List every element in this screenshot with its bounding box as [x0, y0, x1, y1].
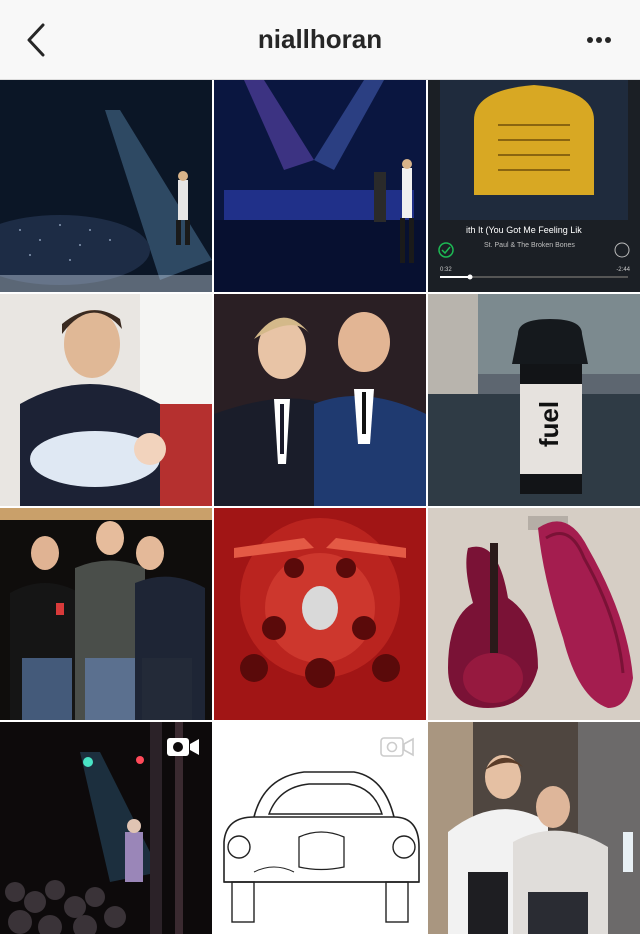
grid-post-6[interactable]: fuel	[428, 294, 640, 506]
grid-post-4[interactable]	[0, 294, 212, 506]
grid-post-3[interactable]: ith It (You Got Me Feeling Lik St. Paul …	[428, 80, 640, 292]
song-title: ith It (You Got Me Feeling Lik	[466, 225, 582, 235]
fuel-bottle-photo: fuel	[428, 294, 640, 506]
red-guitar-photo	[428, 508, 640, 720]
arena-stage-photo	[214, 80, 426, 292]
grid-post-10[interactable]	[0, 722, 212, 934]
grid-post-7[interactable]	[0, 508, 212, 720]
video-camera-icon	[167, 738, 199, 756]
profile-username: niallhoran	[257, 24, 383, 54]
grid-post-11[interactable]	[214, 722, 426, 934]
spotify-album-screenshot	[428, 80, 640, 292]
friends-hug-photo	[428, 722, 640, 934]
grid-post-5[interactable]	[214, 294, 426, 506]
grid-post-1[interactable]	[0, 80, 212, 292]
bottle-label: fuel	[534, 401, 564, 447]
more-dots-icon	[587, 37, 611, 43]
red-football-poster	[214, 508, 426, 720]
grid-post-8[interactable]	[214, 508, 426, 720]
more-options-button[interactable]	[584, 30, 614, 50]
baby-photo	[0, 294, 212, 506]
grid-post-2[interactable]	[214, 80, 426, 292]
video-camera-icon	[380, 737, 414, 757]
three-men-photo	[0, 508, 212, 720]
grid-post-12[interactable]	[428, 722, 640, 934]
grid-post-9[interactable]	[428, 508, 640, 720]
concert-photo	[0, 80, 212, 292]
top-bar: niallhoran	[0, 0, 640, 80]
song-artist: St. Paul & The Broken Bones	[484, 242, 575, 249]
elapsed-time: 0:32	[440, 267, 452, 273]
remaining-time: -2:44	[616, 267, 630, 273]
two-men-suits-photo	[214, 294, 426, 506]
